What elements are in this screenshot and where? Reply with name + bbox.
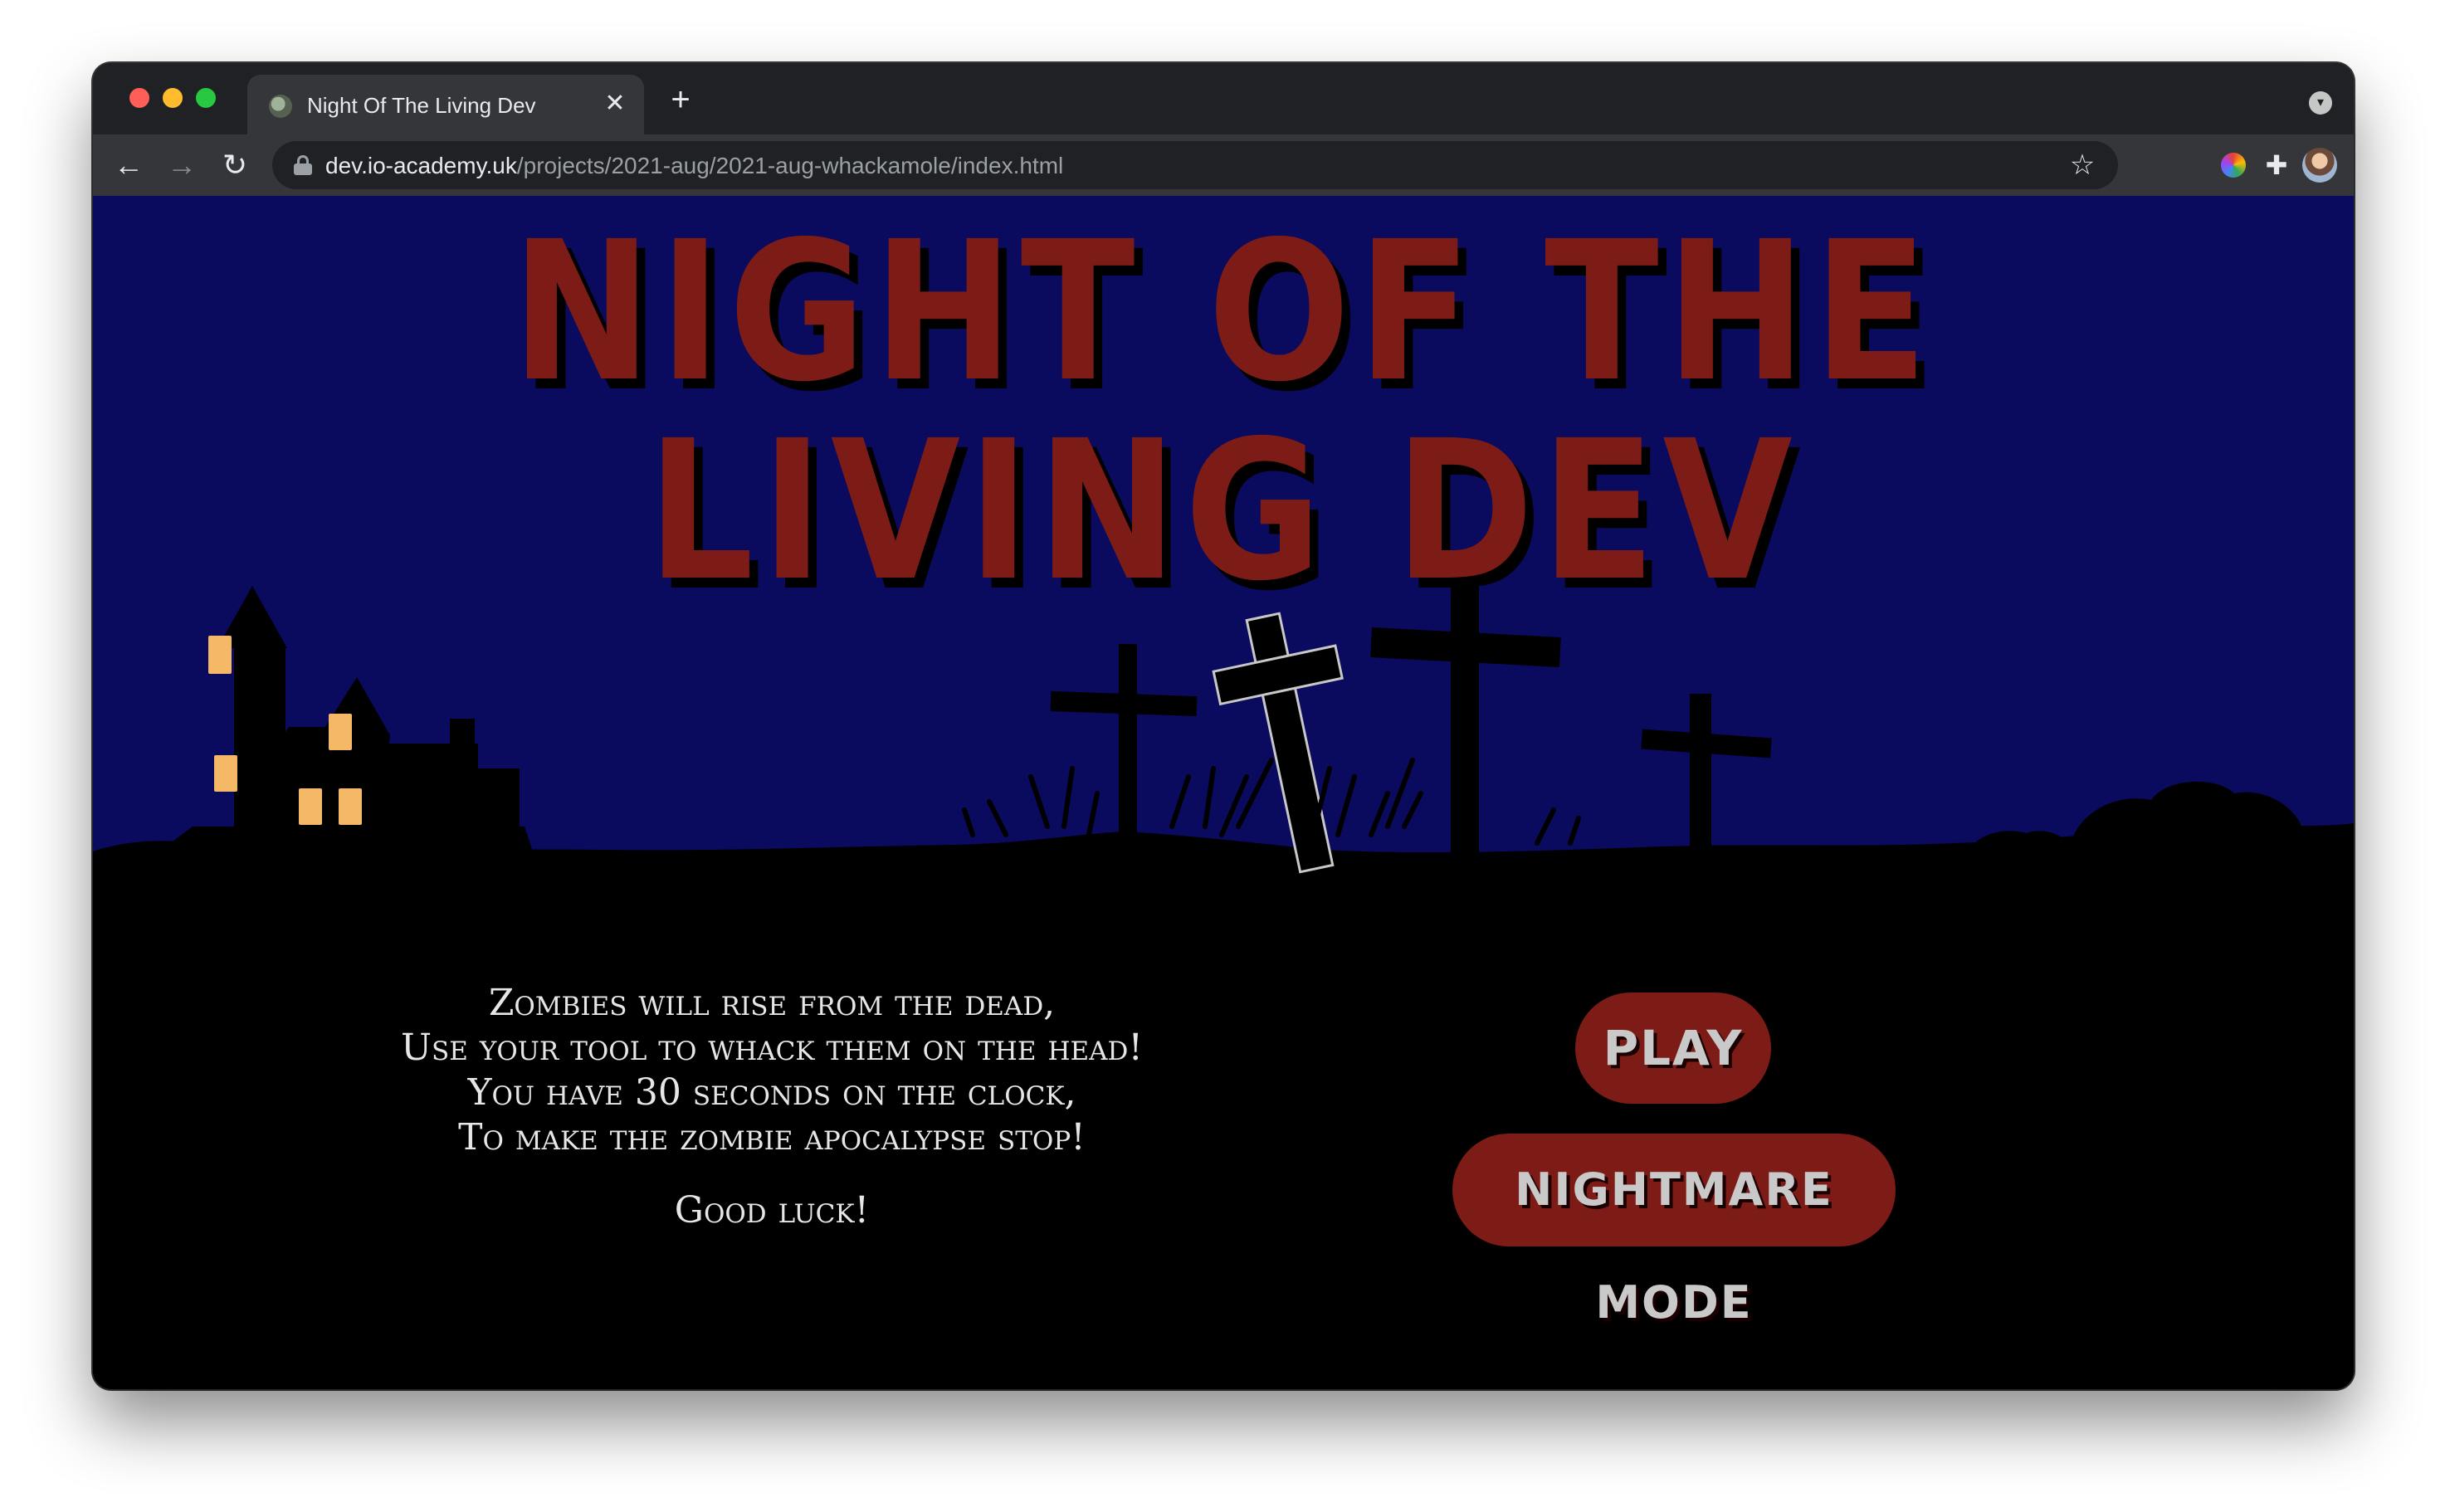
forward-arrow-icon[interactable]: → bbox=[163, 146, 201, 184]
intro-line: To make the zombie apocalypse stop! bbox=[458, 1116, 1086, 1158]
zombie-favicon-icon bbox=[269, 95, 292, 118]
play-button[interactable]: PLAY bbox=[1575, 993, 1771, 1104]
grass-tufts bbox=[962, 758, 1581, 846]
bush-silhouette-left bbox=[1969, 831, 2072, 851]
extensions-puzzle-icon[interactable]: ✚ bbox=[2257, 146, 2296, 184]
page-viewport: NIGHT OF THE LIVING DEV Zombies will ris… bbox=[93, 196, 2354, 1389]
game-title: NIGHT OF THE LIVING DEV bbox=[511, 200, 1935, 623]
browser-window: Night Of The Living Dev ✕ + ▾ ← → ↻ dev.… bbox=[93, 63, 2354, 1389]
url-text[interactable]: dev.io-academy.uk/projects/2021-aug/2021… bbox=[325, 153, 1063, 179]
url-host: dev.io-academy.uk bbox=[325, 153, 517, 178]
color-wheel-extension-icon[interactable] bbox=[2221, 153, 2246, 178]
url-path: /projects/2021-aug/2021-aug-whackamole/i… bbox=[516, 153, 1064, 178]
title-bar: Night Of The Living Dev ✕ + ▾ bbox=[93, 63, 2354, 134]
nightmare-mode-button[interactable]: NIGHTMARE MODE bbox=[1452, 1134, 1896, 1329]
bush-silhouette bbox=[2068, 781, 2354, 860]
reload-icon[interactable]: ↻ bbox=[216, 146, 254, 184]
profile-avatar[interactable] bbox=[2302, 148, 2337, 183]
back-arrow-icon[interactable]: ← bbox=[110, 146, 148, 184]
browser-toolbar: ← → ↻ dev.io-academy.uk/projects/2021-au… bbox=[93, 134, 2354, 196]
browser-tab[interactable]: Night Of The Living Dev ✕ bbox=[247, 75, 644, 134]
bookmark-star-icon[interactable]: ☆ bbox=[2063, 146, 2101, 184]
intro-line: You have 30 seconds on the clock, bbox=[467, 1071, 1076, 1114]
intro-line: Use your tool to whack them on the head! bbox=[400, 1027, 1144, 1069]
minimize-window-button[interactable] bbox=[163, 88, 183, 108]
maximize-window-button[interactable] bbox=[196, 88, 216, 108]
tab-title: Night Of The Living Dev bbox=[307, 93, 536, 118]
intro-poem: Zombies will rise from the dead, Use you… bbox=[342, 981, 1202, 1233]
good-luck-text: Good luck! bbox=[674, 1189, 870, 1232]
tab-close-icon[interactable]: ✕ bbox=[601, 90, 629, 118]
lock-icon[interactable] bbox=[294, 155, 312, 175]
new-tab-plus-icon[interactable]: + bbox=[662, 81, 699, 118]
tab-search-chevron-icon[interactable]: ▾ bbox=[2309, 91, 2332, 115]
address-bar[interactable]: dev.io-academy.uk/projects/2021-aug/2021… bbox=[272, 141, 2118, 189]
intro-line: Zombies will rise from the dead, bbox=[488, 982, 1056, 1024]
close-window-button[interactable] bbox=[129, 88, 149, 108]
